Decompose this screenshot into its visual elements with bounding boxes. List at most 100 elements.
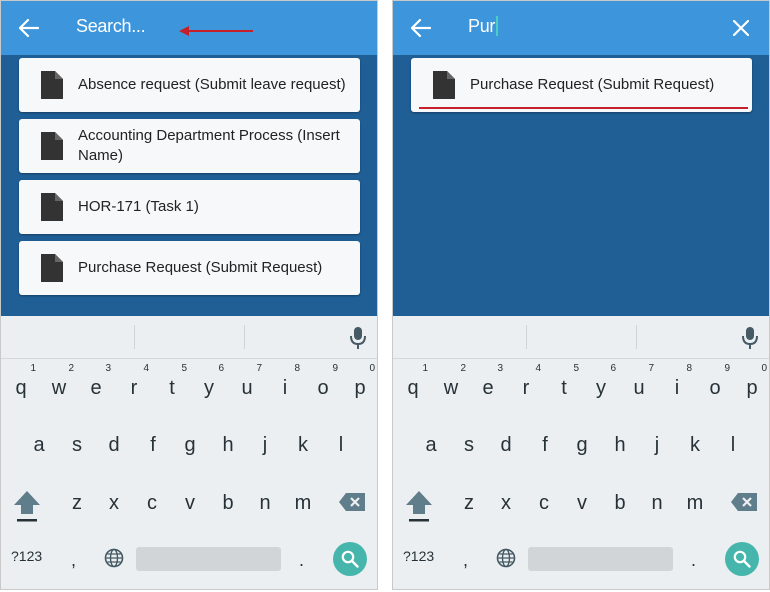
suggestion-divider bbox=[134, 325, 135, 349]
search-input-value: Pur bbox=[468, 16, 496, 36]
key-g[interactable]: g bbox=[175, 430, 205, 460]
key-label: e bbox=[482, 377, 494, 399]
key-e[interactable]: e3 bbox=[473, 364, 503, 403]
key-f[interactable]: f bbox=[138, 430, 168, 460]
result-item[interactable]: HOR-171 (Task 1) bbox=[19, 180, 360, 234]
key-d[interactable]: d bbox=[99, 430, 129, 460]
key-label: k bbox=[690, 434, 700, 456]
key-label: p bbox=[354, 377, 366, 399]
suggestion-divider bbox=[636, 325, 637, 349]
result-label: HOR-171 (Task 1) bbox=[78, 198, 199, 215]
key-l[interactable]: l bbox=[326, 430, 356, 460]
backspace-icon[interactable] bbox=[730, 492, 758, 512]
key-label: t bbox=[561, 377, 567, 399]
symbols-key[interactable]: ?123 bbox=[403, 548, 434, 564]
result-item[interactable]: Purchase Request (Submit Request) bbox=[19, 241, 360, 295]
key-y[interactable]: y6 bbox=[586, 364, 616, 403]
key-d[interactable]: d bbox=[491, 430, 521, 460]
period-key[interactable]: . bbox=[299, 550, 304, 571]
key-e[interactable]: e3 bbox=[81, 364, 111, 403]
key-u[interactable]: u7 bbox=[624, 364, 654, 403]
key-number-hint: 1 bbox=[30, 363, 36, 374]
key-p[interactable]: p0 bbox=[345, 364, 375, 403]
key-n[interactable]: n bbox=[642, 488, 672, 518]
key-label: t bbox=[169, 377, 175, 399]
microphone-icon[interactable] bbox=[350, 327, 366, 349]
key-h[interactable]: h bbox=[213, 430, 243, 460]
key-x[interactable]: x bbox=[99, 488, 129, 518]
key-k[interactable]: k bbox=[680, 430, 710, 460]
key-j[interactable]: j bbox=[250, 430, 280, 460]
key-label: i bbox=[282, 377, 288, 399]
key-i[interactable]: i8 bbox=[270, 364, 300, 403]
result-item[interactable]: Absence request (Submit leave request) bbox=[19, 58, 360, 112]
key-n[interactable]: n bbox=[250, 488, 280, 518]
result-item[interactable]: Purchase Request (Submit Request) bbox=[411, 58, 752, 112]
key-t[interactable]: t5 bbox=[157, 364, 187, 403]
key-v[interactable]: v bbox=[175, 488, 205, 518]
key-w[interactable]: w2 bbox=[44, 364, 74, 403]
spacebar[interactable] bbox=[528, 547, 673, 571]
shift-icon[interactable] bbox=[12, 489, 42, 523]
key-z[interactable]: z bbox=[62, 488, 92, 518]
comma-key[interactable]: , bbox=[463, 550, 468, 571]
key-k[interactable]: k bbox=[288, 430, 318, 460]
key-p[interactable]: p0 bbox=[737, 364, 767, 403]
key-b[interactable]: b bbox=[605, 488, 635, 518]
key-q[interactable]: q1 bbox=[398, 364, 428, 403]
search-input[interactable]: Search... bbox=[76, 16, 146, 37]
key-f[interactable]: f bbox=[530, 430, 560, 460]
comma-key[interactable]: , bbox=[71, 550, 76, 571]
key-label: c bbox=[147, 492, 157, 514]
key-i[interactable]: i8 bbox=[662, 364, 692, 403]
key-s[interactable]: s bbox=[62, 430, 92, 460]
search-key[interactable] bbox=[725, 542, 759, 576]
key-number-hint: 1 bbox=[422, 363, 428, 374]
key-u[interactable]: u7 bbox=[232, 364, 262, 403]
key-b[interactable]: b bbox=[213, 488, 243, 518]
key-r[interactable]: r4 bbox=[511, 364, 541, 403]
key-o[interactable]: o9 bbox=[700, 364, 730, 403]
key-z[interactable]: z bbox=[454, 488, 484, 518]
key-c[interactable]: c bbox=[529, 488, 559, 518]
microphone-icon[interactable] bbox=[742, 327, 758, 349]
key-label: s bbox=[72, 434, 82, 456]
key-g[interactable]: g bbox=[567, 430, 597, 460]
globe-icon[interactable] bbox=[104, 548, 124, 568]
key-label: g bbox=[576, 434, 588, 456]
backspace-icon[interactable] bbox=[338, 492, 366, 512]
spacebar[interactable] bbox=[136, 547, 281, 571]
key-label: j bbox=[262, 434, 268, 456]
search-key[interactable] bbox=[333, 542, 367, 576]
suggestion-strip bbox=[1, 316, 377, 359]
close-icon[interactable] bbox=[727, 14, 755, 42]
key-label: d bbox=[108, 434, 120, 456]
key-c[interactable]: c bbox=[137, 488, 167, 518]
key-x[interactable]: x bbox=[491, 488, 521, 518]
globe-icon[interactable] bbox=[496, 548, 516, 568]
back-arrow-icon[interactable] bbox=[15, 14, 43, 42]
key-t[interactable]: t5 bbox=[549, 364, 579, 403]
key-h[interactable]: h bbox=[605, 430, 635, 460]
key-o[interactable]: o9 bbox=[308, 364, 338, 403]
key-v[interactable]: v bbox=[567, 488, 597, 518]
back-arrow-icon[interactable] bbox=[407, 14, 435, 42]
symbols-key[interactable]: ?123 bbox=[11, 548, 42, 564]
key-m[interactable]: m bbox=[288, 488, 318, 518]
key-a[interactable]: a bbox=[24, 430, 54, 460]
key-label: h bbox=[222, 434, 234, 456]
shift-icon[interactable] bbox=[404, 489, 434, 523]
key-w[interactable]: w2 bbox=[436, 364, 466, 403]
key-y[interactable]: y6 bbox=[194, 364, 224, 403]
key-q[interactable]: q1 bbox=[6, 364, 36, 403]
search-input[interactable]: Pur bbox=[468, 16, 499, 37]
key-j[interactable]: j bbox=[642, 430, 672, 460]
key-s[interactable]: s bbox=[454, 430, 484, 460]
result-item[interactable]: Accounting Department Process (Insert Na… bbox=[19, 119, 360, 173]
period-key[interactable]: . bbox=[691, 550, 696, 571]
key-l[interactable]: l bbox=[718, 430, 748, 460]
result-label: Purchase Request (Submit Request) bbox=[78, 259, 323, 276]
key-r[interactable]: r4 bbox=[119, 364, 149, 403]
key-a[interactable]: a bbox=[416, 430, 446, 460]
key-m[interactable]: m bbox=[680, 488, 710, 518]
